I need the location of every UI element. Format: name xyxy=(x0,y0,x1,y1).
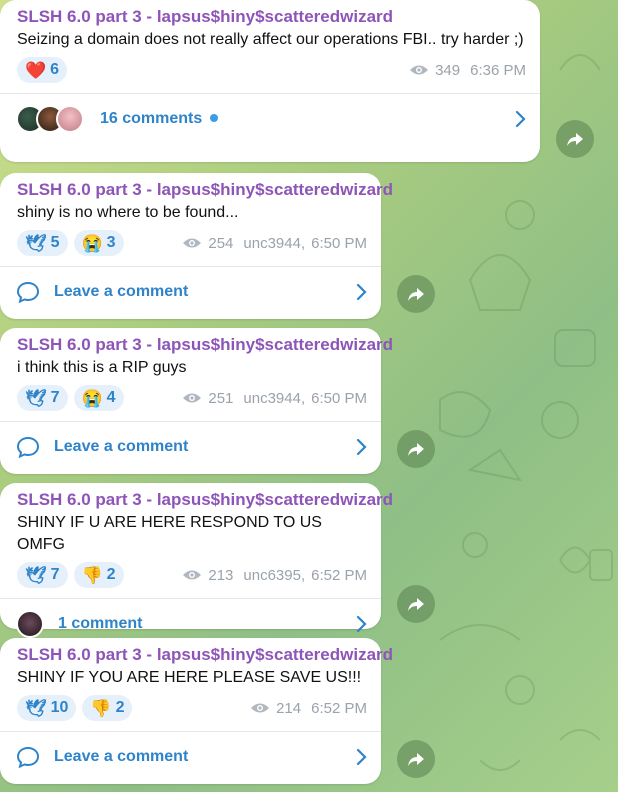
channel-author[interactable]: SLSH 6.0 part 3 - lapsus$hiny$scatteredw… xyxy=(17,179,393,201)
message-time: 6:52 PM xyxy=(311,699,367,717)
comments-label: 1 comment xyxy=(58,614,143,632)
eye-icon xyxy=(251,703,270,713)
share-button[interactable] xyxy=(397,740,435,778)
commenter-avatars xyxy=(16,104,84,133)
reaction-dove[interactable]: 🕊 7 xyxy=(17,385,68,411)
comments-button[interactable]: 16 comments xyxy=(0,93,540,143)
reaction-count: 3 xyxy=(106,234,116,251)
channel-author[interactable]: SLSH 6.0 part 3 - lapsus$hiny$scatteredw… xyxy=(17,644,393,666)
view-count: 214 xyxy=(276,699,302,717)
message-time: 6:52 PM xyxy=(311,566,367,584)
share-arrow-icon xyxy=(408,288,424,301)
reaction-count: 2 xyxy=(115,699,125,716)
chevron-right-icon xyxy=(356,283,367,300)
reaction-thumbs-down[interactable]: 👎 2 xyxy=(73,562,124,588)
chevron-right-icon xyxy=(515,110,526,127)
eye-icon xyxy=(183,393,202,403)
dove-icon: 🕊 xyxy=(25,565,47,585)
avatar xyxy=(56,104,84,133)
message-card: SLSH 6.0 part 3 - lapsus$hiny$scatteredw… xyxy=(0,328,393,474)
reaction-heart[interactable]: ❤️ 6 xyxy=(17,57,68,83)
comment-bubble-icon xyxy=(16,746,40,768)
share-button[interactable] xyxy=(556,120,594,158)
message-time: 6:50 PM xyxy=(311,234,367,252)
dove-icon: 🕊 xyxy=(25,388,47,408)
comment-label: Leave a comment xyxy=(54,282,189,300)
message-time: 6:50 PM xyxy=(311,389,367,407)
message-text: SHINY IF U ARE HERE RESPOND TO US OMFG xyxy=(17,514,322,553)
comment-bubble-icon xyxy=(16,281,40,303)
message-card: SLSH 6.0 part 3 - lapsus$hiny$scatteredw… xyxy=(0,0,540,162)
message-text: i think this is a RIP guys xyxy=(17,359,187,376)
thumbs-down-icon: 👎 xyxy=(90,698,112,718)
view-count: 254 xyxy=(208,234,234,252)
share-arrow-icon xyxy=(408,598,424,611)
comment-bubble-icon xyxy=(16,436,40,458)
view-count: 213 xyxy=(208,566,234,584)
message-time: 6:36 PM xyxy=(470,61,526,79)
comment-label: Leave a comment xyxy=(54,747,189,765)
heart-icon: ❤️ xyxy=(25,60,47,80)
chevron-right-icon xyxy=(356,438,367,455)
crying-face-icon: 😭 xyxy=(81,388,103,408)
message-text: Seizing a domain does not really affect … xyxy=(17,31,524,48)
share-arrow-icon xyxy=(408,443,424,456)
share-arrow-icon xyxy=(408,753,424,766)
eye-icon xyxy=(183,238,202,248)
leave-comment-button[interactable]: Leave a comment xyxy=(0,731,381,781)
reaction-count: 7 xyxy=(50,389,60,406)
reaction-dove[interactable]: 🕊 5 xyxy=(17,230,68,256)
crying-face-icon: 😭 xyxy=(81,233,103,253)
reaction-count: 10 xyxy=(50,699,69,716)
share-button[interactable] xyxy=(397,430,435,468)
view-count: 349 xyxy=(435,61,461,79)
reaction-count: 6 xyxy=(50,61,60,78)
message-card: SLSH 6.0 part 3 - lapsus$hiny$scatteredw… xyxy=(0,173,393,319)
reaction-dove[interactable]: 🕊 7 xyxy=(17,562,68,588)
chevron-right-icon xyxy=(356,748,367,765)
chevron-right-icon xyxy=(356,615,367,632)
reaction-crying[interactable]: 😭 3 xyxy=(73,230,124,256)
channel-author[interactable]: SLSH 6.0 part 3 - lapsus$hiny$scatteredw… xyxy=(17,489,393,511)
channel-author[interactable]: SLSH 6.0 part 3 - lapsus$hiny$scatteredw… xyxy=(17,6,526,28)
view-count: 251 xyxy=(208,389,234,407)
dove-icon: 🕊 xyxy=(25,698,47,718)
reaction-dove[interactable]: 🕊 10 xyxy=(17,695,77,721)
dove-icon: 🕊 xyxy=(25,233,47,253)
message-card: SLSH 6.0 part 3 - lapsus$hiny$scatteredw… xyxy=(0,483,393,638)
reaction-count: 4 xyxy=(106,389,116,406)
avatar xyxy=(16,609,44,638)
comment-label: Leave a comment xyxy=(54,437,189,455)
message-text: shiny is no where to be found... xyxy=(17,204,239,221)
unread-dot xyxy=(210,114,219,123)
reaction-thumbs-down[interactable]: 👎 2 xyxy=(82,695,133,721)
message-text: SHINY IF YOU ARE HERE PLEASE SAVE US!!! xyxy=(17,669,362,686)
share-arrow-icon xyxy=(567,133,583,146)
reaction-count: 7 xyxy=(50,566,60,583)
eye-icon xyxy=(183,570,202,580)
post-signature: unc6395, xyxy=(243,566,306,584)
share-button[interactable] xyxy=(397,585,435,623)
comments-label: 16 comments xyxy=(100,110,514,128)
reaction-crying[interactable]: 😭 4 xyxy=(73,385,124,411)
leave-comment-button[interactable]: Leave a comment xyxy=(0,421,381,471)
share-button[interactable] xyxy=(397,275,435,313)
eye-icon xyxy=(410,65,429,75)
message-card: SLSH 6.0 part 3 - lapsus$hiny$scatteredw… xyxy=(0,638,393,784)
post-signature: unc3944, xyxy=(243,389,306,407)
leave-comment-button[interactable]: Leave a comment xyxy=(0,266,381,316)
thumbs-down-icon: 👎 xyxy=(81,565,103,585)
reaction-count: 2 xyxy=(106,566,116,583)
reaction-count: 5 xyxy=(50,234,60,251)
channel-author[interactable]: SLSH 6.0 part 3 - lapsus$hiny$scatteredw… xyxy=(17,334,393,356)
post-signature: unc3944, xyxy=(243,234,306,252)
